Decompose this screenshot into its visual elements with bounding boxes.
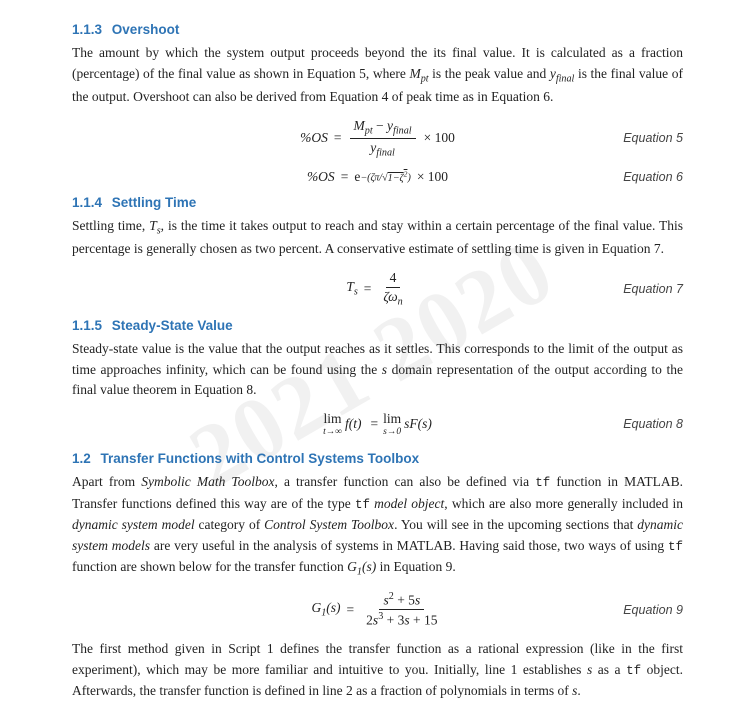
equation-6-block: %OS = e−(ζπ/√1−ζ2) × 100 Equation 6 bbox=[72, 169, 683, 185]
equation-5-content: %OS = Mpt − yfinal yfinal × 100 bbox=[278, 118, 478, 158]
section-number: 1.1.5 bbox=[72, 318, 102, 333]
section-number: 1.1.4 bbox=[72, 195, 102, 210]
section-title: Settling Time bbox=[112, 195, 197, 210]
equation-6-label: Equation 6 bbox=[623, 170, 683, 184]
section-heading-1-1-5: 1.1.5 Steady-State Value bbox=[72, 318, 683, 333]
section-heading-1-1-3: 1.1.3 Overshoot bbox=[72, 22, 683, 37]
section-title: Overshoot bbox=[112, 22, 180, 37]
section-12-closing: The first method given in Script 1 defin… bbox=[72, 639, 683, 702]
section-1-1-4: 1.1.4 Settling Time Settling time, Ts, i… bbox=[72, 195, 683, 308]
equation-8-label: Equation 8 bbox=[623, 417, 683, 431]
equation-7-label: Equation 7 bbox=[623, 282, 683, 296]
equation-5-fraction: Mpt − yfinal yfinal bbox=[350, 118, 416, 158]
section-1-1-3: 1.1.3 Overshoot The amount by which the … bbox=[72, 22, 683, 185]
equation-9-content: G1(s) = s2 + 5s 2s3 + 3s + 15 bbox=[278, 591, 478, 629]
section-title: Transfer Functions with Control Systems … bbox=[101, 451, 420, 466]
equation-9-fraction: s2 + 5s 2s3 + 3s + 15 bbox=[362, 591, 441, 629]
equation-9-label: Equation 9 bbox=[623, 603, 683, 617]
section-12-paragraph: Apart from Symbolic Math Toolbox, a tran… bbox=[72, 472, 683, 580]
section-number: 1.1.3 bbox=[72, 22, 102, 37]
equation-6-content: %OS = e−(ζπ/√1−ζ2) × 100 bbox=[278, 169, 478, 185]
section-paragraph: Steady-state value is the value that the… bbox=[72, 339, 683, 402]
equation-8-content: lim t→∞ f(t) = lim s→0 sF(s) bbox=[278, 411, 478, 437]
section-heading-1-1-4: 1.1.4 Settling Time bbox=[72, 195, 683, 210]
section-heading-1-2: 1.2 Transfer Functions with Control Syst… bbox=[72, 451, 683, 466]
equation-7-content: Ts = 4 ζωn bbox=[278, 270, 478, 308]
section-paragraph: Settling time, Ts, is the time it takes … bbox=[72, 216, 683, 260]
section-1-2: 1.2 Transfer Functions with Control Syst… bbox=[72, 451, 683, 702]
section-number: 1.2 bbox=[72, 451, 91, 466]
equation-9-block: G1(s) = s2 + 5s 2s3 + 3s + 15 Equation 9 bbox=[72, 591, 683, 629]
equation-5-label: Equation 5 bbox=[623, 131, 683, 145]
equation-8-block: lim t→∞ f(t) = lim s→0 sF(s) Equation 8 bbox=[72, 411, 683, 437]
equation-5-block: %OS = Mpt − yfinal yfinal × 100 Equation… bbox=[72, 118, 683, 158]
section-1-1-5: 1.1.5 Steady-State Value Steady-state va… bbox=[72, 318, 683, 438]
equation-7-fraction: 4 ζωn bbox=[379, 270, 406, 308]
equation-7-block: Ts = 4 ζωn Equation 7 bbox=[72, 270, 683, 308]
section-title: Steady-State Value bbox=[112, 318, 233, 333]
section-paragraph: The amount by which the system output pr… bbox=[72, 43, 683, 108]
